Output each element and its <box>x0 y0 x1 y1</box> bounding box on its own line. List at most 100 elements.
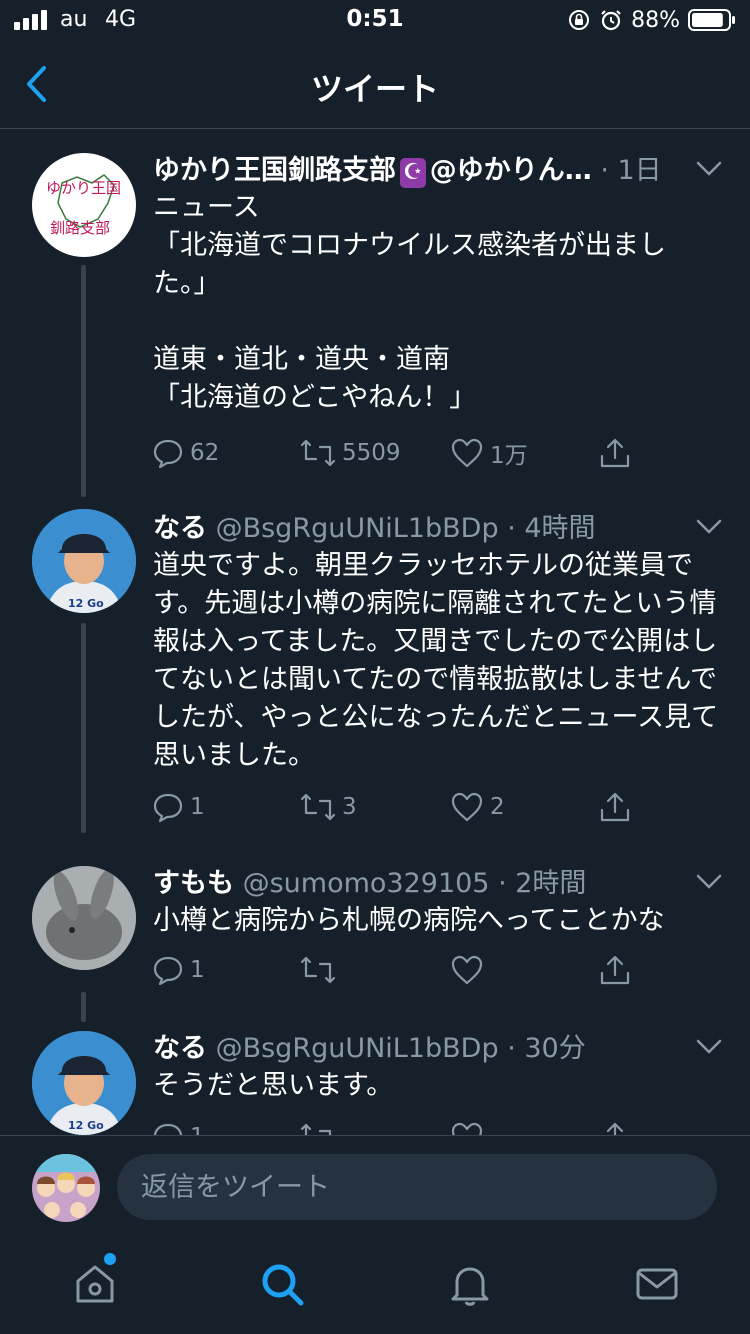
reply-button[interactable]: 1 <box>152 787 205 827</box>
like-button[interactable]: 1万 <box>450 433 528 473</box>
retweet-icon <box>300 956 336 984</box>
heart-icon <box>451 792 483 822</box>
crescent-star-emoji: ☪ <box>400 158 426 188</box>
retweet-button[interactable] <box>300 1117 336 1135</box>
battery-percentage: 88% <box>631 7 680 33</box>
username[interactable]: @sumomo329105 <box>243 868 490 899</box>
home-icon[interactable] <box>72 1261 118 1307</box>
tweet[interactable]: ゆかり王国 釧路支部 ゆかり王国釧路支部 ☪ @ゆかりん… · 1日 ニュース 「北… <box>0 151 750 497</box>
timestamp[interactable]: 1日 <box>617 155 661 186</box>
like-button[interactable] <box>450 1117 484 1135</box>
retweet-button[interactable]: 5509 <box>300 433 401 473</box>
reply-button[interactable]: 1 <box>152 1117 205 1135</box>
tweet[interactable]: 12 Go なる @BsgRguUNiL1bBDp · 4時間 道央ですよ。朝里… <box>0 509 750 839</box>
retweet-icon <box>300 1123 332 1135</box>
status-bar: au 4G 0:51 88% <box>0 0 750 42</box>
timestamp[interactable]: 4時間 <box>524 513 595 544</box>
tweet-text: そうだと思います。 <box>153 1070 394 1101</box>
page-title: ツイート <box>310 70 439 108</box>
share-button[interactable] <box>598 950 632 990</box>
reply-icon <box>153 793 183 823</box>
retweet-icon <box>300 793 336 821</box>
username[interactable]: @BsgRguUNiL1bBDp <box>216 513 499 544</box>
tweet[interactable]: すもも @sumomo329105 · 2時間 小樽と病院から札幌の病院へってこ… <box>0 864 750 1022</box>
share-button[interactable] <box>598 1117 632 1135</box>
timestamp[interactable]: 30分 <box>524 1033 585 1064</box>
tweet-actions: 1 3 2 <box>152 787 642 827</box>
thread-line <box>81 265 86 497</box>
heart-icon <box>451 438 483 468</box>
reply-icon <box>153 956 183 986</box>
like-button[interactable]: 2 <box>450 787 505 827</box>
display-name[interactable]: なる <box>153 1033 207 1064</box>
share-icon <box>606 1122 624 1135</box>
username[interactable]: @BsgRguUNiL1bBDp <box>216 1033 499 1064</box>
tweet-text: ニュース 「北海道でコロナウイルス感染者が出ました。」 道東・道北・道央・道南 … <box>153 192 666 413</box>
thread-line <box>81 992 86 1022</box>
kushiro-branch-logo: ゆかり王国 釧路支部 <box>46 174 121 237</box>
anime-group-photo <box>32 1154 100 1222</box>
notification-dot <box>104 1253 116 1265</box>
share-icon <box>600 792 630 822</box>
display-name[interactable]: ゆかり王国釧路支部 <box>153 155 396 186</box>
avatar[interactable]: 12 Go <box>32 509 136 613</box>
logo-text-bottom: 釧路支部 <box>50 219 110 237</box>
display-name[interactable]: すもも <box>153 868 234 899</box>
thread-line <box>81 623 86 833</box>
retweet-icon <box>300 439 336 467</box>
reply-count: 1 <box>190 1124 205 1135</box>
reply-icon <box>153 1123 183 1135</box>
reply-icon <box>153 439 183 469</box>
avatar[interactable] <box>32 866 136 970</box>
baseball-player-photo: 12 Go <box>32 1031 136 1135</box>
tab-bar <box>0 1241 750 1334</box>
tweet-actions: 1 <box>152 950 642 990</box>
reply-count: 62 <box>190 440 220 466</box>
chevron-down-icon[interactable] <box>696 161 722 177</box>
rabbit-photo <box>32 866 136 970</box>
like-button[interactable] <box>450 950 490 990</box>
avatar[interactable] <box>32 1154 100 1222</box>
notifications-icon[interactable] <box>447 1261 493 1307</box>
display-name[interactable]: なる <box>153 513 207 544</box>
navigation-bar: ツイート <box>0 42 750 129</box>
reply-button[interactable]: 1 <box>152 950 205 990</box>
chevron-down-icon[interactable] <box>696 1039 722 1055</box>
search-icon[interactable] <box>259 1261 305 1307</box>
like-count: 2 <box>490 794 505 820</box>
reply-count: 1 <box>190 957 205 983</box>
retweet-count: 3 <box>342 794 357 820</box>
like-count: 1万 <box>490 443 528 469</box>
retweet-count: 5509 <box>342 440 401 466</box>
reply-button[interactable]: 62 <box>152 433 219 473</box>
reply-bar <box>0 1135 750 1242</box>
timestamp[interactable]: 2時間 <box>515 868 586 899</box>
messages-icon[interactable] <box>634 1261 680 1307</box>
orientation-lock-icon <box>569 10 590 30</box>
svg-text:12 Go: 12 Go <box>68 597 104 610</box>
chevron-down-icon[interactable] <box>696 519 722 535</box>
retweet-button[interactable]: 3 <box>300 787 357 827</box>
retweet-button[interactable] <box>300 950 342 990</box>
tweet[interactable]: 12 Go なる @BsgRguUNiL1bBDp · 30分 そうだと思います… <box>0 1029 750 1135</box>
share-icon <box>600 438 630 468</box>
tweet-actions: 1 <box>152 1117 642 1135</box>
tweet-text: 道央ですよ。朝里クラッセホテルの従業員です。先週は小樽の病院に隔離されてたという… <box>153 550 719 771</box>
tweet-actions: 62 5509 1万 <box>152 433 642 473</box>
alarm-icon <box>601 10 621 31</box>
logo-text-top: ゆかり王国 <box>46 179 121 197</box>
username[interactable]: @ゆかりん… <box>430 155 592 186</box>
reply-count: 1 <box>190 794 205 820</box>
share-button[interactable] <box>598 433 632 473</box>
chevron-down-icon[interactable] <box>696 874 722 890</box>
share-button[interactable] <box>598 787 632 827</box>
avatar[interactable]: 12 Go <box>32 1031 136 1135</box>
share-icon <box>600 955 630 985</box>
reply-input[interactable] <box>117 1154 717 1220</box>
battery-icon <box>688 9 735 31</box>
heart-icon <box>451 955 483 985</box>
tweet-thread[interactable]: ゆかり王国 釧路支部 ゆかり王国釧路支部 ☪ @ゆかりん… · 1日 ニュース 「北… <box>0 129 750 1135</box>
avatar[interactable]: ゆかり王国 釧路支部 <box>32 153 136 257</box>
svg-text:12 Go: 12 Go <box>68 1119 104 1132</box>
heart-icon <box>451 1122 483 1135</box>
